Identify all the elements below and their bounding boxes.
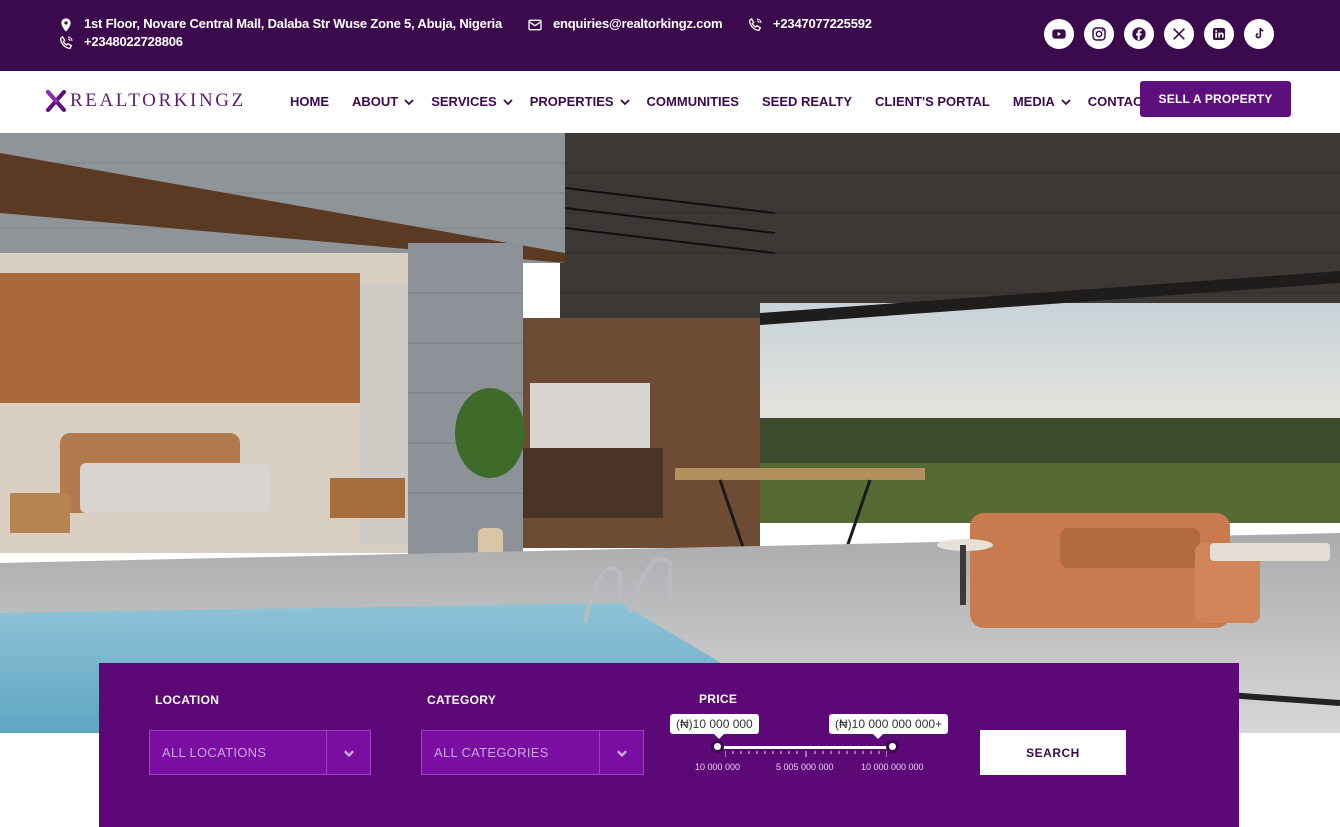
nav-label: MEDIA: [1012, 94, 1055, 109]
nav-item-communities[interactable]: COMMUNITIES: [647, 94, 739, 109]
price-min-tooltip: (₦)10 000 000: [670, 714, 759, 739]
nav-menu: HOME ABOUT SERVICES PROPERTIES COMMUNITI…: [290, 94, 1173, 109]
chevron-down-icon: [326, 731, 370, 774]
property-search-panel: LOCATION ALL LOCATIONS CATEGORY ALL CATE…: [99, 663, 1239, 827]
nav-label: ABOUT: [352, 94, 399, 109]
location-select[interactable]: ALL LOCATIONS: [149, 730, 371, 775]
brand-name: REALTORKINGZ: [70, 90, 246, 111]
price-scale-ticks: [725, 751, 887, 757]
chevron-down-icon: [1061, 98, 1071, 105]
facebook-icon[interactable]: [1124, 19, 1154, 49]
chevron-down-icon: [599, 731, 643, 774]
price-max-handle[interactable]: [886, 740, 899, 753]
category-value: ALL CATEGORIES: [434, 745, 549, 760]
phone-icon: [745, 16, 765, 34]
nav-item-clients-portal[interactable]: CLIENT'S PORTAL: [875, 94, 990, 109]
nav-item-about[interactable]: ABOUT: [352, 94, 414, 109]
address-text: 1st Floor, Novare Central Mall, Dalaba S…: [84, 16, 503, 31]
nav-label: PROPERTIES: [529, 94, 614, 109]
nav-item-home[interactable]: HOME: [290, 94, 329, 109]
nav-item-properties[interactable]: PROPERTIES: [530, 94, 630, 109]
category-label: CATEGORY: [427, 693, 497, 707]
chevron-down-icon: [503, 98, 513, 105]
search-button[interactable]: SEARCH: [980, 730, 1126, 775]
nav-item-media[interactable]: MEDIA: [1013, 94, 1071, 109]
nav-label: CLIENT'S PORTAL: [875, 94, 990, 109]
location-label: LOCATION: [155, 693, 220, 707]
nav-label: SEED REALTY: [761, 94, 853, 109]
price-scale-min: 10 000 000: [695, 762, 741, 772]
logo-mark-icon: [46, 90, 66, 112]
nav-label: COMMUNITIES: [646, 94, 739, 109]
primary-phone-info: +2347077225592: [745, 16, 872, 34]
brand-logo[interactable]: REALTORKINGZ: [46, 90, 246, 112]
chevron-down-icon: [619, 98, 630, 105]
primary-phone-text[interactable]: +2347077225592: [773, 16, 872, 31]
price-label: PRICE: [699, 692, 738, 706]
price-range-track[interactable]: [717, 746, 892, 749]
email-info: enquiries@realtorkingz.com: [525, 16, 723, 34]
price-min-handle[interactable]: [711, 740, 724, 753]
price-scale-mid: 5 005 000 000: [776, 762, 834, 772]
secondary-phone-text[interactable]: +2348022728806: [84, 34, 183, 49]
sell-property-button[interactable]: SELL A PROPERTY: [1140, 81, 1291, 117]
phone-icon: [56, 34, 76, 52]
youtube-icon[interactable]: [1044, 19, 1074, 49]
top-contact-bar: 1st Floor, Novare Central Mall, Dalaba S…: [0, 0, 1340, 71]
location-value: ALL LOCATIONS: [162, 745, 267, 760]
email-text[interactable]: enquiries@realtorkingz.com: [553, 16, 723, 31]
address-info: 1st Floor, Novare Central Mall, Dalaba S…: [56, 16, 502, 34]
price-max-tooltip: (₦)10 000 000 000+: [829, 714, 949, 739]
main-navigation: REALTORKINGZ HOME ABOUT SERVICES PROPERT…: [0, 71, 1340, 133]
nav-item-services[interactable]: SERVICES: [431, 94, 513, 109]
social-links: [1044, 19, 1274, 49]
envelope-icon: [525, 16, 545, 34]
nav-label: SERVICES: [431, 94, 497, 109]
villa-interior-illustration: [0, 133, 1340, 733]
linkedin-icon[interactable]: [1204, 19, 1234, 49]
nav-item-seed-realty[interactable]: SEED REALTY: [762, 94, 852, 109]
location-pin-icon: [56, 16, 76, 34]
tiktok-icon[interactable]: [1244, 19, 1274, 49]
secondary-phone-info: +2348022728806: [56, 34, 183, 52]
x-icon[interactable]: [1164, 19, 1194, 49]
chevron-down-icon: [404, 98, 414, 105]
hero-image: [0, 133, 1340, 733]
price-scale-max: 10 000 000 000: [861, 762, 924, 772]
nav-label: HOME: [290, 94, 329, 109]
instagram-icon[interactable]: [1084, 19, 1114, 49]
category-select[interactable]: ALL CATEGORIES: [421, 730, 644, 775]
